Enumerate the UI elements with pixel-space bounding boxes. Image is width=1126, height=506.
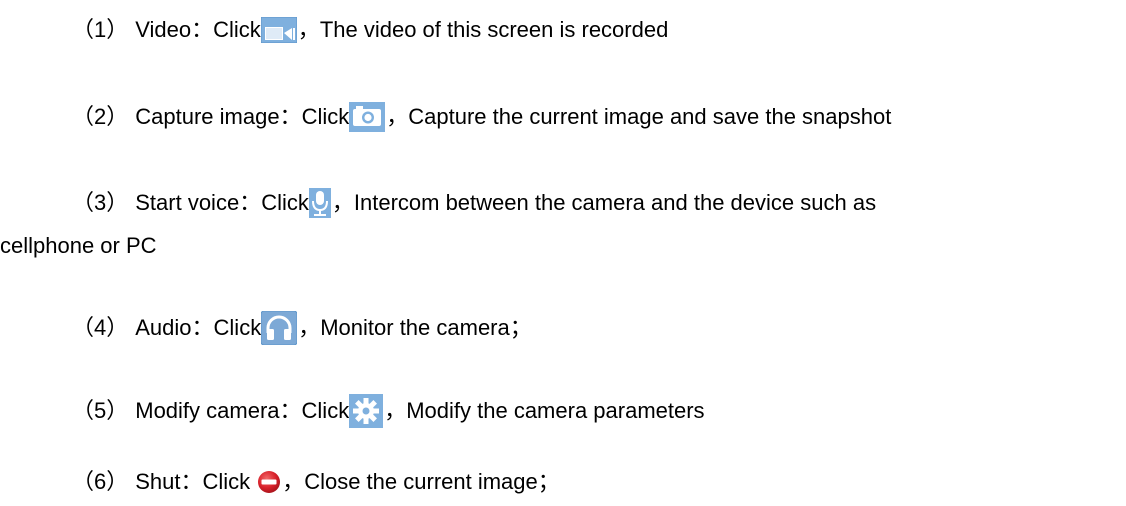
item-description-continuation: cellphone or PC	[0, 232, 157, 260]
camera-icon	[349, 102, 386, 132]
item-description: Monitor the camera；	[320, 315, 532, 340]
click-label: Click	[213, 315, 262, 340]
item-description: Modify the camera parameters	[406, 398, 705, 423]
close-stop-icon	[257, 470, 281, 494]
item-number: （1）	[72, 17, 129, 42]
item-name: Audio：	[135, 315, 214, 340]
item-description: The video of this screen is recorded	[319, 17, 669, 42]
item-name: Modify camera：	[135, 398, 302, 423]
item-description: Close the current image；	[304, 469, 560, 494]
video-camera-icon	[260, 17, 297, 43]
click-label: Click	[202, 469, 251, 494]
list-item: （1） Video： Click ， The video of this scr…	[0, 16, 668, 44]
item-number: （3）	[72, 190, 129, 215]
item-description: Intercom between the camera and the devi…	[353, 190, 877, 215]
list-item: （5） Modify camera： Click ， Modify the ca…	[0, 394, 705, 428]
item-number: （6）	[72, 469, 129, 494]
separator: ，	[298, 315, 321, 340]
item-name: Shut：	[135, 469, 203, 494]
item-name: Capture image：	[135, 104, 302, 129]
list-item: （4） Audio： Click ， Monitor the camera；	[0, 311, 532, 345]
list-item: （6） Shut： Click ， Close the current imag…	[0, 468, 560, 496]
separator: ，	[384, 398, 407, 423]
click-label: Click	[301, 398, 350, 423]
item-name: Video：	[135, 17, 214, 42]
list-item: （2） Capture image： Click ， Capture the c…	[0, 102, 892, 132]
click-label: Click	[261, 190, 309, 215]
click-label: Click	[213, 17, 261, 42]
separator: ，	[331, 190, 354, 215]
list-item: （3） Start voice： Click ， Intercom betwee…	[0, 188, 877, 218]
headphones-icon	[261, 311, 298, 345]
item-description: Capture the current image and save the s…	[408, 104, 892, 129]
item-number: （4）	[72, 315, 129, 340]
gear-icon	[349, 394, 384, 428]
separator: ，	[386, 104, 409, 129]
microphone-icon	[308, 188, 331, 218]
item-name: Start voice：	[135, 190, 262, 215]
separator: ，	[282, 469, 305, 494]
click-label: Click	[301, 104, 350, 129]
separator: ，	[297, 17, 320, 42]
item-number: （5）	[72, 398, 129, 423]
item-description-cont: cellphone or PC	[0, 233, 157, 258]
item-number: （2）	[72, 104, 129, 129]
